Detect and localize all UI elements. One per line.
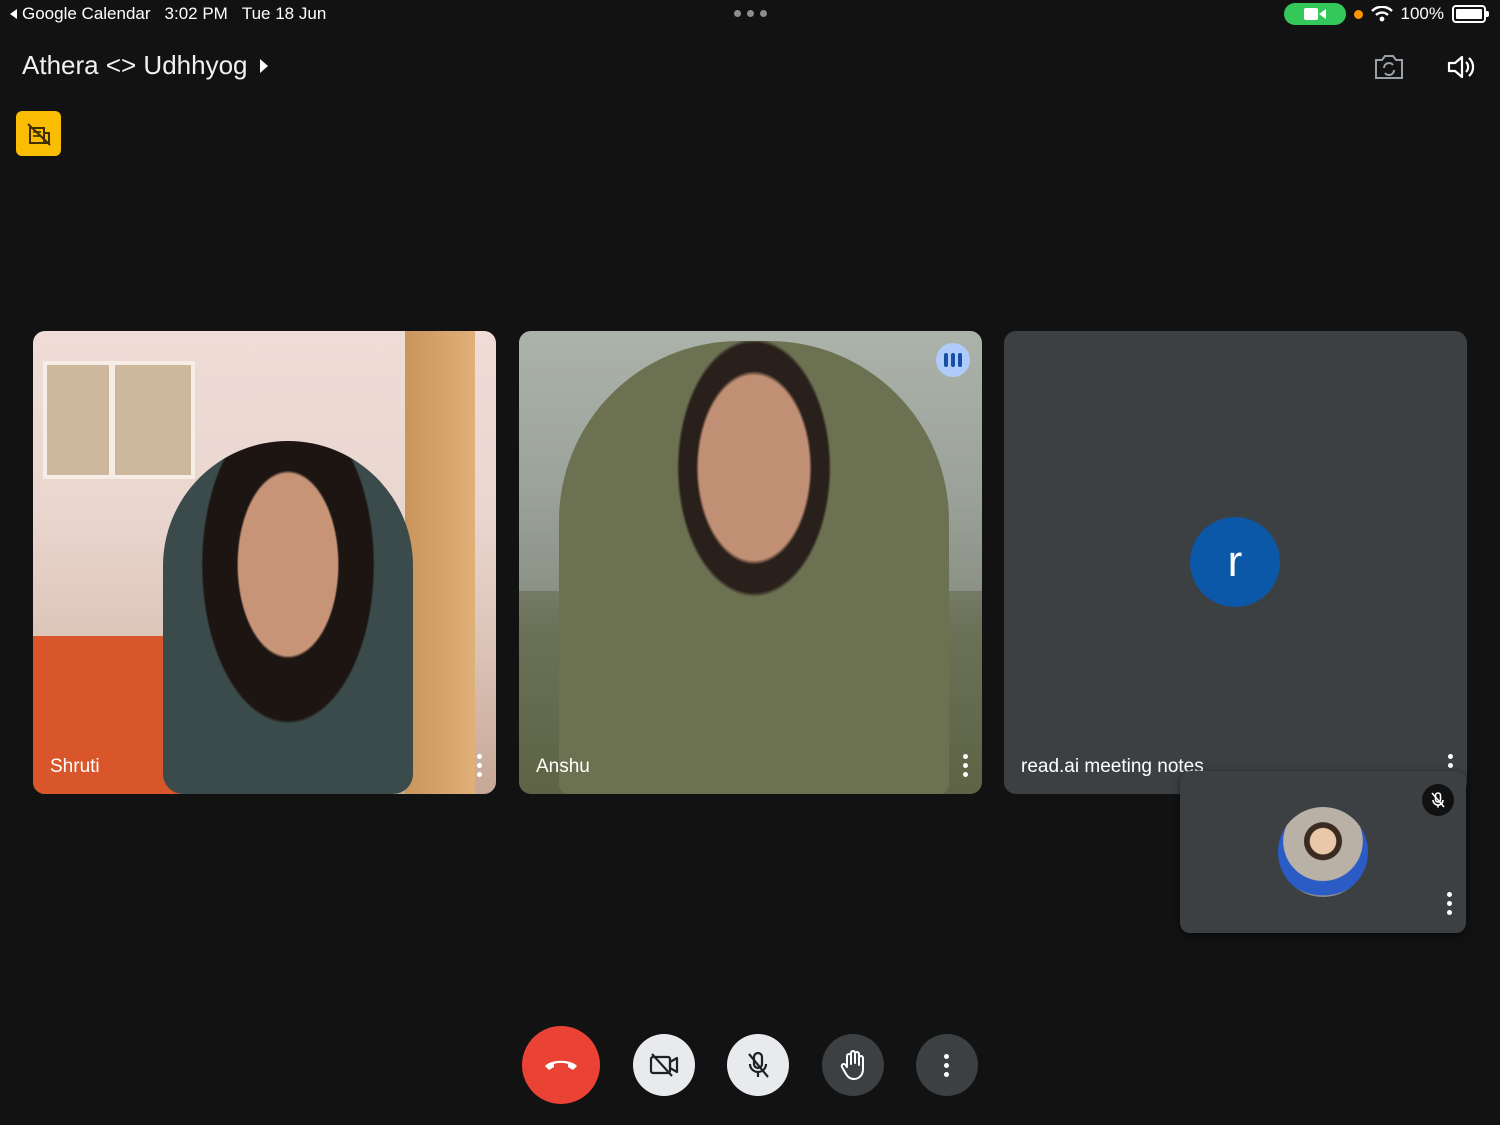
self-view-tile[interactable] xyxy=(1180,771,1466,933)
participant-name: read.ai meeting notes xyxy=(1021,756,1204,777)
more-vertical-icon xyxy=(477,754,482,759)
battery-percent: 100% xyxy=(1400,4,1444,23)
status-date: Tue 18 Jun xyxy=(241,4,327,23)
participant-tile-anshu[interactable]: Anshu xyxy=(519,331,982,794)
self-avatar xyxy=(1278,807,1368,897)
flip-camera-button[interactable] xyxy=(1369,47,1409,87)
self-view-options-button[interactable] xyxy=(1447,892,1453,915)
camera-in-use-indicator xyxy=(1283,3,1346,25)
more-vertical-icon xyxy=(944,1053,950,1077)
back-arrow-icon xyxy=(10,9,17,19)
tile-options-button[interactable] xyxy=(963,754,969,777)
camera-flip-icon xyxy=(1375,55,1403,79)
meeting-title-button[interactable]: Athera <> Udhhyog xyxy=(22,50,268,81)
video-camera-icon xyxy=(1303,8,1326,20)
speaker-icon xyxy=(1447,55,1475,79)
mic-off-icon xyxy=(748,1051,769,1078)
status-bar: Google Calendar 3:02 PM Tue 18 Jun 100% xyxy=(0,0,1500,28)
no-captions-badge[interactable] xyxy=(16,111,61,156)
hand-icon xyxy=(840,1050,864,1080)
participant-silhouette xyxy=(559,341,949,794)
phone-hangup-icon xyxy=(545,1060,577,1070)
wifi-icon xyxy=(1370,6,1393,22)
back-to-app[interactable]: Google Calendar xyxy=(10,4,151,24)
participant-avatar: r xyxy=(1190,517,1280,607)
battery-icon xyxy=(1452,5,1489,23)
mic-off-icon xyxy=(1431,792,1445,808)
wall-frame-right xyxy=(111,361,195,479)
participant-tile-shruti[interactable]: Shruti xyxy=(33,331,496,794)
mic-toggle-button[interactable] xyxy=(727,1034,789,1096)
door-frame xyxy=(405,331,475,794)
audio-output-button[interactable] xyxy=(1441,47,1481,87)
more-options-button[interactable] xyxy=(916,1034,978,1096)
camera-off-icon xyxy=(649,1053,679,1077)
meeting-title: Athera <> Udhhyog xyxy=(22,50,248,80)
participant-tile-readai[interactable]: r read.ai meeting notes xyxy=(1004,331,1467,794)
more-vertical-icon xyxy=(1447,892,1452,897)
more-vertical-icon xyxy=(1448,754,1453,759)
blocked-building-icon xyxy=(26,122,51,146)
status-time: 3:02 PM xyxy=(164,4,228,23)
wall-frame-left xyxy=(43,361,113,479)
speaking-indicator xyxy=(936,343,970,377)
multitasking-dots[interactable] xyxy=(734,10,767,17)
more-vertical-icon xyxy=(963,754,968,759)
participant-name: Shruti xyxy=(50,756,100,777)
participant-silhouette xyxy=(163,441,413,794)
end-call-button[interactable] xyxy=(522,1026,600,1104)
muted-badge xyxy=(1422,784,1454,816)
participant-name: Anshu xyxy=(536,756,590,777)
back-app-label: Google Calendar xyxy=(22,4,151,23)
raise-hand-button[interactable] xyxy=(822,1034,884,1096)
tile-options-button[interactable] xyxy=(477,754,483,777)
mic-in-use-dot xyxy=(1353,9,1363,19)
caret-right-icon xyxy=(259,58,268,73)
camera-toggle-button[interactable] xyxy=(633,1034,695,1096)
